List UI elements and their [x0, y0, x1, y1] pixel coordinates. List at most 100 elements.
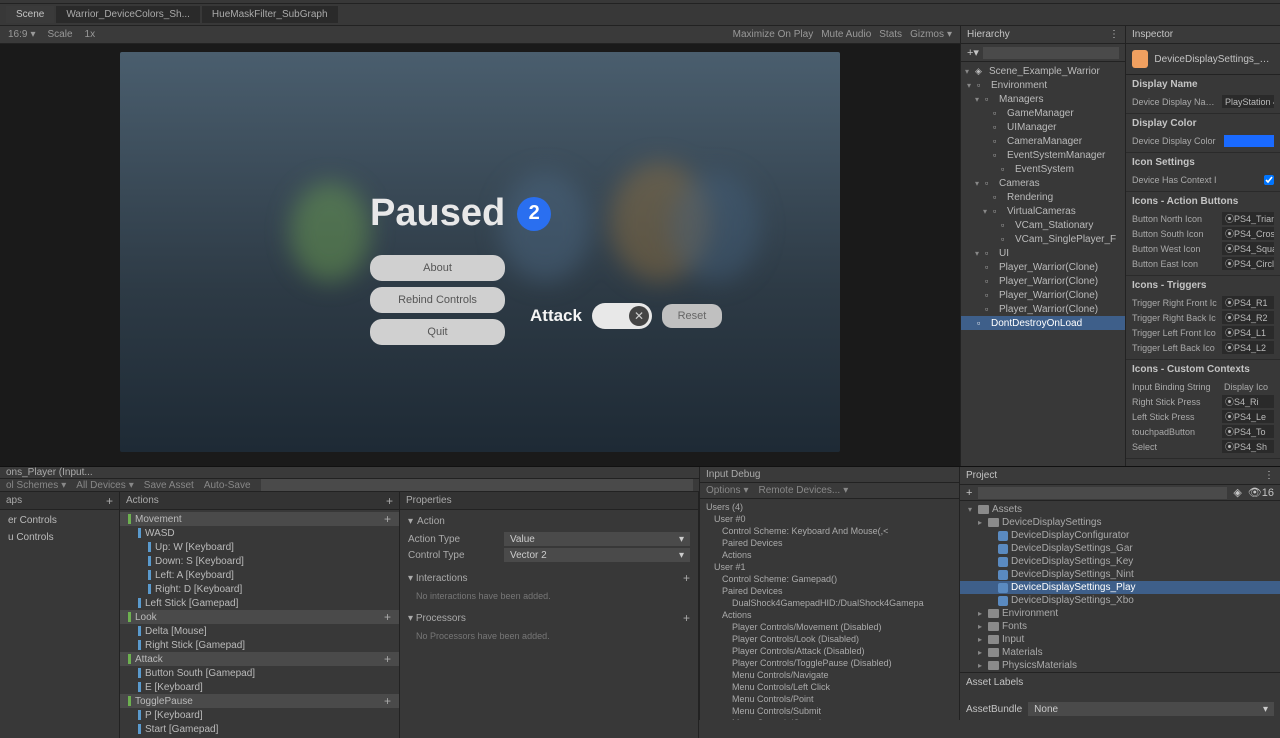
- has-context-checkbox[interactable]: [1264, 175, 1274, 185]
- debug-tree-item[interactable]: Menu Controls/Point: [700, 693, 959, 705]
- debug-tree-item[interactable]: Player Controls/Movement (Disabled): [700, 621, 959, 633]
- about-button[interactable]: About: [370, 255, 505, 281]
- add-icon[interactable]: +▾: [967, 46, 979, 59]
- debug-tree-item[interactable]: Menu Controls/Navigate: [700, 669, 959, 681]
- action-map-item[interactable]: er Controls: [0, 512, 119, 529]
- assets-root[interactable]: ▾Assets: [960, 503, 1280, 516]
- aspect-dropdown[interactable]: 16:9 ▾: [8, 29, 36, 40]
- debug-tree-item[interactable]: Paired Devices: [700, 585, 959, 597]
- display-name-field[interactable]: PlayStation 4: [1222, 95, 1274, 108]
- action-header[interactable]: TogglePause+: [120, 694, 399, 708]
- debug-tree-item[interactable]: Player Controls/Look (Disabled): [700, 633, 959, 645]
- debug-tree-item[interactable]: Menu Controls/Left Click: [700, 681, 959, 693]
- action-type-dropdown[interactable]: Value▾: [504, 532, 690, 546]
- hierarchy-item[interactable]: ▫DontDestroyOnLoad: [961, 316, 1125, 330]
- action-map-item[interactable]: u Controls: [0, 529, 119, 546]
- project-item[interactable]: DeviceDisplaySettings_Xbo: [960, 594, 1280, 607]
- insp-field-value[interactable]: ⦿PS4_Le: [1222, 410, 1274, 423]
- debug-tree-item[interactable]: User #1: [700, 561, 959, 573]
- stats-toggle[interactable]: Stats: [879, 29, 902, 40]
- insp-field-value[interactable]: ⦿PS4_Sh: [1222, 440, 1274, 453]
- insp-field-value[interactable]: ⦿PS4_To: [1222, 425, 1274, 438]
- debug-tree-item[interactable]: DualShock4GamepadHID:/DualShock4Gamepa: [700, 597, 959, 609]
- binding-item[interactable]: Button South [Gamepad]: [120, 666, 399, 680]
- binding-item[interactable]: WASD: [120, 526, 399, 540]
- add-interaction-icon[interactable]: +: [683, 571, 690, 585]
- add-binding-icon[interactable]: +: [384, 610, 391, 624]
- debug-tree-item[interactable]: User #0: [700, 513, 959, 525]
- project-item[interactable]: DeviceDisplaySettings_Play: [960, 581, 1280, 594]
- gizmos-dropdown[interactable]: Gizmos ▾: [910, 29, 952, 40]
- insp-field-value[interactable]: ⦿PS4_Circle: [1222, 257, 1274, 270]
- project-item[interactable]: DeviceDisplaySettings_Gar: [960, 542, 1280, 555]
- rebind-binding-button[interactable]: ✕: [592, 303, 652, 329]
- control-type-dropdown[interactable]: Vector 2▾: [504, 548, 690, 562]
- scene-root[interactable]: ▾◈Scene_Example_Warrior: [961, 64, 1125, 78]
- binding-item[interactable]: Right: D [Keyboard]: [120, 582, 399, 596]
- insp-field-value[interactable]: ⦿PS4_L1: [1222, 326, 1274, 339]
- hierarchy-search[interactable]: [983, 47, 1119, 59]
- debug-tree-item[interactable]: Users (4): [700, 501, 959, 513]
- project-item[interactable]: DeviceDisplaySettings_Nint: [960, 568, 1280, 581]
- add-action-icon[interactable]: +: [386, 494, 393, 508]
- project-search[interactable]: [978, 487, 1227, 499]
- debug-tree-item[interactable]: Control Scheme: Gamepad(): [700, 573, 959, 585]
- binding-item[interactable]: Delta [Mouse]: [120, 624, 399, 638]
- hierarchy-item[interactable]: ▫Rendering: [961, 190, 1125, 204]
- maximize-toggle[interactable]: Maximize On Play: [733, 29, 814, 40]
- add-binding-icon[interactable]: +: [384, 652, 391, 666]
- save-asset-button[interactable]: Save Asset: [144, 480, 194, 491]
- project-item[interactable]: ▸DeviceDisplaySettings: [960, 516, 1280, 529]
- hierarchy-item[interactable]: ▾▫Environment: [961, 78, 1125, 92]
- mute-toggle[interactable]: Mute Audio: [821, 29, 871, 40]
- hierarchy-item[interactable]: ▾▫Cameras: [961, 176, 1125, 190]
- add-map-icon[interactable]: +: [106, 494, 113, 508]
- auto-save-toggle[interactable]: Auto-Save: [204, 480, 251, 491]
- quit-button[interactable]: Quit: [370, 319, 505, 345]
- insp-field-value[interactable]: ⦿PS4_Squa: [1222, 242, 1274, 255]
- action-header[interactable]: Attack+: [120, 652, 399, 666]
- schemes-dropdown[interactable]: ol Schemes ▾: [6, 480, 66, 491]
- project-item[interactable]: ▸Materials: [960, 646, 1280, 659]
- debug-tree-item[interactable]: Actions: [700, 549, 959, 561]
- debug-tree-item[interactable]: Actions: [700, 609, 959, 621]
- binding-item[interactable]: Start [Gamepad]: [120, 722, 399, 736]
- devices-dropdown[interactable]: All Devices ▾: [76, 480, 134, 491]
- debug-tree-item[interactable]: Paired Devices: [700, 537, 959, 549]
- binding-item[interactable]: Down: S [Keyboard]: [120, 554, 399, 568]
- hierarchy-item[interactable]: ▾▫UI: [961, 246, 1125, 260]
- hierarchy-item[interactable]: ▫VCam_SinglePlayer_F: [961, 232, 1125, 246]
- hierarchy-item[interactable]: ▾▫Managers: [961, 92, 1125, 106]
- hierarchy-item[interactable]: ▫CameraManager: [961, 134, 1125, 148]
- chevron-down-icon[interactable]: ▾: [408, 573, 413, 584]
- project-item[interactable]: ▸Environment: [960, 607, 1280, 620]
- project-item[interactable]: ▸Input: [960, 633, 1280, 646]
- add-binding-icon[interactable]: +: [384, 694, 391, 708]
- reset-button[interactable]: Reset: [662, 304, 722, 328]
- hierarchy-item[interactable]: ▫GameManager: [961, 106, 1125, 120]
- remote-dropdown[interactable]: Remote Devices... ▾: [759, 485, 849, 496]
- hierarchy-item[interactable]: ▫Player_Warrior(Clone): [961, 260, 1125, 274]
- project-item[interactable]: DeviceDisplaySettings_Key: [960, 555, 1280, 568]
- insp-field-value[interactable]: ⦿PS4_Cross: [1222, 227, 1274, 240]
- action-header[interactable]: Look+: [120, 610, 399, 624]
- hierarchy-item[interactable]: ▫Player_Warrior(Clone): [961, 302, 1125, 316]
- hierarchy-item[interactable]: ▫Player_Warrior(Clone): [961, 288, 1125, 302]
- hierarchy-item[interactable]: ▫UIManager: [961, 120, 1125, 134]
- debug-tree-item[interactable]: Menu Controls/Submit: [700, 705, 959, 717]
- tab-warrior-devicecolors[interactable]: Warrior_DeviceColors_Sh...: [56, 6, 200, 23]
- scale-value[interactable]: 1x: [85, 29, 96, 40]
- action-header[interactable]: Movement+: [120, 512, 399, 526]
- debug-tree-item[interactable]: Control Scheme: Keyboard And Mouse(,<: [700, 525, 959, 537]
- debug-tree-item[interactable]: Player Controls/TogglePause (Disabled): [700, 657, 959, 669]
- insp-field-value[interactable]: ⦿PS4_R1: [1222, 296, 1274, 309]
- project-item[interactable]: DeviceDisplayConfigurator: [960, 529, 1280, 542]
- filter-icon[interactable]: ◈: [1233, 486, 1241, 499]
- action-search[interactable]: [261, 479, 693, 491]
- chevron-down-icon[interactable]: ▾: [408, 516, 413, 527]
- insp-field-value[interactable]: ⦿PS4_R2: [1222, 311, 1274, 324]
- insp-field-value[interactable]: ⦿S4_Ri: [1222, 395, 1274, 408]
- binding-item[interactable]: Up: W [Keyboard]: [120, 540, 399, 554]
- hierarchy-item[interactable]: ▫VCam_Stationary: [961, 218, 1125, 232]
- insp-field-value[interactable]: ⦿PS4_L2: [1222, 341, 1274, 354]
